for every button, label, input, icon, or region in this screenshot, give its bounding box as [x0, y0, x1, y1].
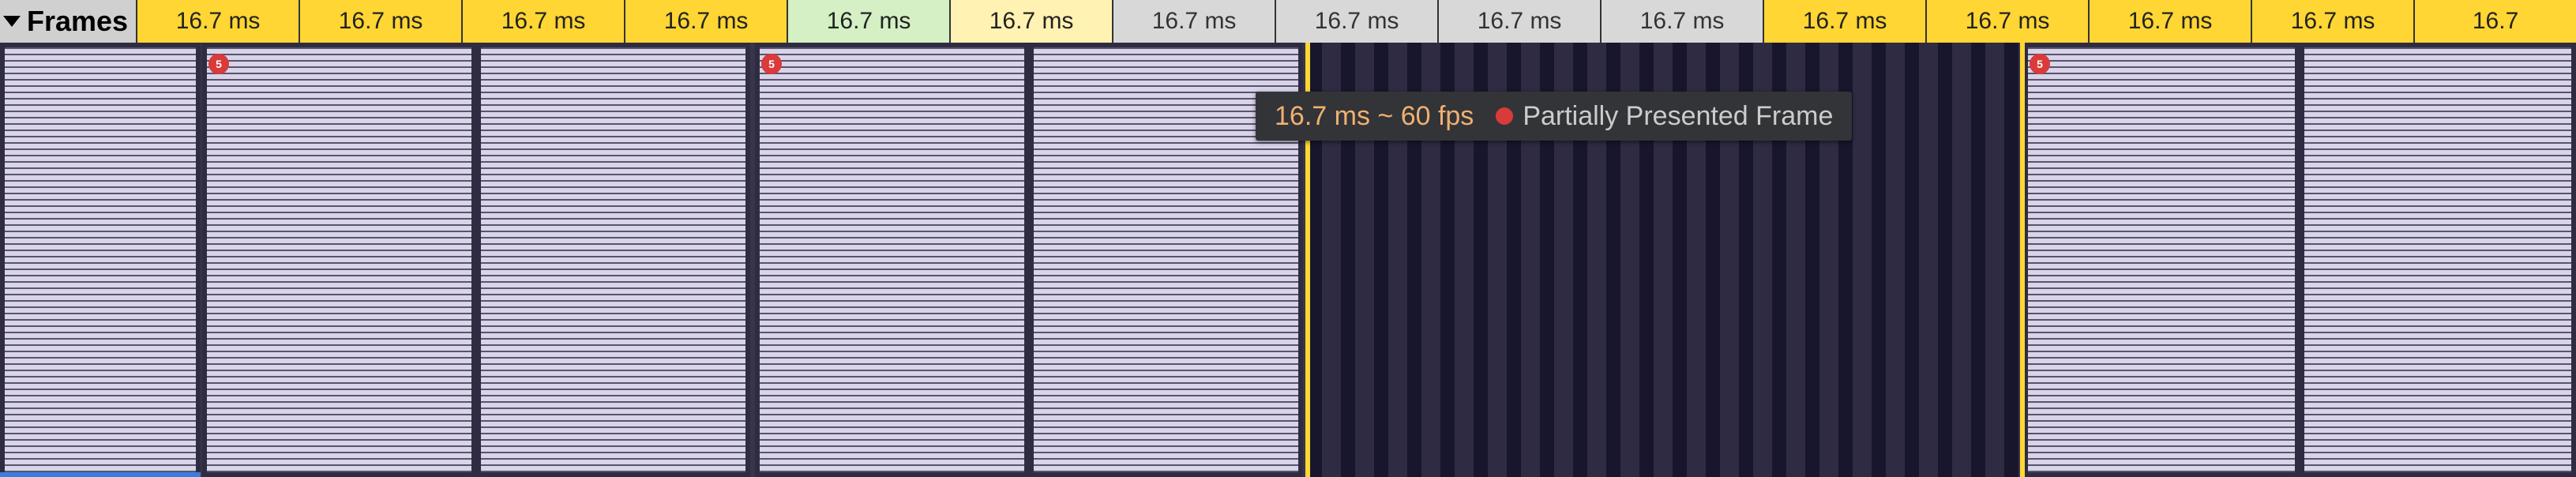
frame-cell[interactable]: 16.7 ms [2088, 0, 2251, 43]
frame-cell[interactable]: 16.7 ms [787, 0, 949, 43]
frames-header-row: Frames 16.7 ms16.7 ms16.7 ms16.7 ms16.7 … [0, 0, 2576, 43]
tooltip-status: Partially Presented Frame [1523, 101, 1833, 132]
frame-cell[interactable]: 16.7 [2413, 0, 2576, 43]
screenshot-text-column [207, 47, 471, 472]
frame-cell[interactable]: 16.7 ms [949, 0, 1112, 43]
frame-tooltip: 16.7 ms ~ 60 fps Partially Presented Fra… [1256, 92, 1852, 141]
screenshot-text-column [481, 47, 745, 472]
frame-boundary-divider [2020, 43, 2025, 477]
frame-cell[interactable]: 16.7 ms [1437, 0, 1600, 43]
selection-marker[interactable] [0, 472, 201, 477]
frame-cells-container: 16.7 ms16.7 ms16.7 ms16.7 ms16.7 ms16.7 … [136, 0, 2576, 43]
frame-cell[interactable]: 16.7 ms [299, 0, 461, 43]
frame-cell[interactable]: 16.7 ms [1275, 0, 1437, 43]
annotation-dot-icon: 5 [761, 54, 782, 74]
screenshot-text-column [2304, 47, 2571, 472]
frame-cell[interactable]: 16.7 ms [624, 0, 787, 43]
frame-screenshot[interactable]: 5 [2023, 43, 2576, 477]
frame-cell[interactable]: 16.7 ms [136, 0, 299, 43]
frame-cell[interactable]: 16.7 ms [1925, 0, 2088, 43]
frame-cell[interactable]: 16.7 ms [2251, 0, 2413, 43]
tooltip-swatch-icon [1496, 107, 1513, 125]
frames-track-label[interactable]: Frames [0, 0, 136, 43]
disclosure-triangle-icon[interactable] [3, 16, 21, 27]
frame-screenshot[interactable] [0, 43, 201, 477]
screenshot-text-column [5, 47, 196, 472]
frame-cell[interactable]: 16.7 ms [1763, 0, 1925, 43]
frame-cell[interactable]: 16.7 ms [1112, 0, 1275, 43]
frame-screenshot[interactable]: 5 [202, 43, 750, 477]
screenshot-text-column [760, 47, 1024, 472]
frame-cell[interactable]: 16.7 ms [1600, 0, 1763, 43]
annotation-dot-icon: 5 [208, 54, 229, 74]
annotation-dot-icon: 5 [2030, 54, 2050, 74]
frame-screenshot[interactable]: 5 [755, 43, 1303, 477]
frames-label-text: Frames [27, 5, 128, 38]
frame-screenshots-row[interactable]: 5 5 5 16.7 ms ~ 60 fps Partially Presented… [0, 43, 2576, 477]
tooltip-timing: 16.7 ms ~ 60 fps [1275, 101, 1474, 132]
frame-cell[interactable]: 16.7 ms [461, 0, 624, 43]
screenshot-text-column [2028, 47, 2295, 472]
